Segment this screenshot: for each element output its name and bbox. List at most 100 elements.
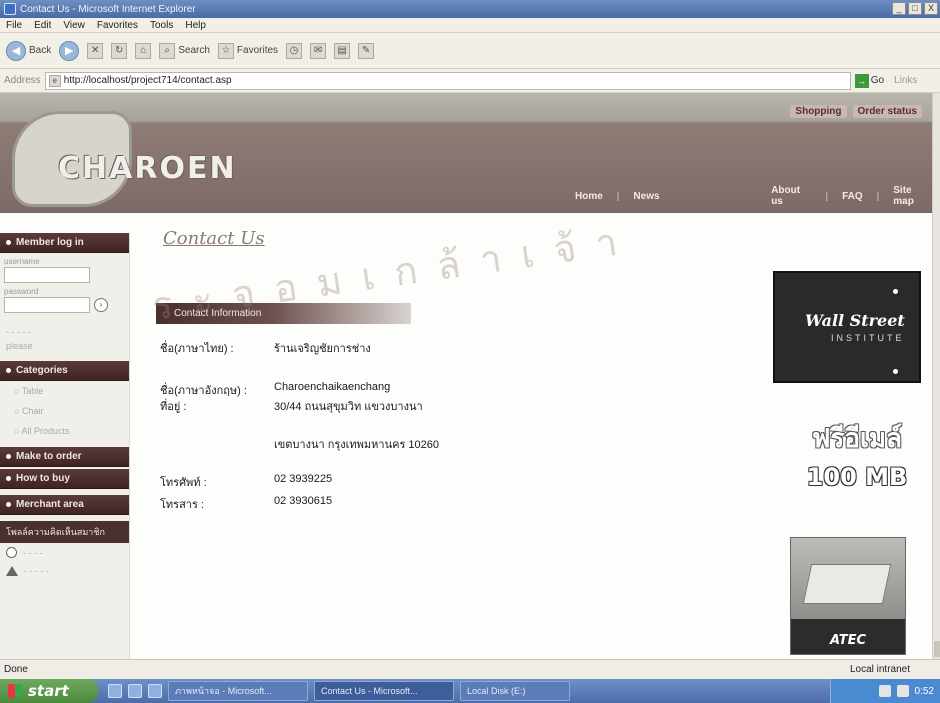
star-icon: ☆ — [217, 42, 234, 59]
bullet-icon — [6, 454, 11, 459]
stop-icon[interactable]: ✕ — [87, 42, 104, 59]
poll-header: โพลล์ความคิดเห็นสมาชิก — [0, 521, 129, 543]
go-button[interactable]: → Go — [854, 73, 884, 88]
system-tray: 0:52 — [830, 679, 940, 703]
back-button[interactable]: ◀ Back — [6, 40, 51, 61]
info-value: 30/44 ถนนสุขุมวิท แขวงบางนา — [274, 401, 423, 413]
info-row-address-2: เขตบางนา กรุงเทพมหานคร 10260 — [160, 435, 439, 453]
page-title: Contact Us — [163, 228, 265, 249]
history-icon[interactable]: ◷ — [286, 42, 303, 59]
network-icon[interactable] — [878, 685, 891, 697]
address-url: http://localhost/project714/contact.asp — [63, 75, 232, 86]
member-login-title: Member log in — [16, 237, 84, 248]
status-bar: Done Local intranet — [0, 659, 940, 679]
print-icon[interactable]: ▤ — [334, 42, 351, 59]
search-icon: ⌕ — [159, 42, 176, 59]
bullet-icon — [6, 476, 11, 481]
task-ie-window[interactable]: Contact Us - Microsoft... — [314, 681, 454, 701]
mail-icon[interactable]: ✉ — [310, 42, 327, 59]
ad-brand-line: Wall Street — [805, 311, 905, 330]
zone-indicator: Local intranet — [849, 664, 910, 675]
nav-news[interactable]: News — [633, 191, 659, 202]
contact-info-header: Contact Information — [156, 303, 411, 324]
task-word-document[interactable]: ภาพหน้าจอ - Microsoft... — [168, 681, 308, 701]
maximize-button[interactable]: □ — [908, 2, 922, 15]
search-button[interactable]: ⌕ Search — [159, 42, 210, 59]
info-value: ร้านเจริญชัยการช่าง — [274, 343, 371, 355]
forward-button[interactable]: ▶ — [59, 40, 80, 61]
register-link[interactable]: - - - - - — [0, 323, 129, 341]
window-title: Contact Us - Microsoft Internet Explorer — [20, 3, 196, 15]
windows-flag-icon — [8, 684, 22, 698]
task-local-disk[interactable]: Local Disk (E:) — [460, 681, 570, 701]
category-chair[interactable]: ○ Chair — [0, 401, 129, 421]
refresh-icon[interactable]: ↻ — [111, 42, 128, 59]
edit-icon[interactable]: ✎ — [358, 42, 375, 59]
nav-sitemap[interactable]: Site map — [893, 185, 932, 207]
info-key — [160, 435, 274, 453]
poll-option-2[interactable]: - - - - - — [0, 562, 129, 580]
scroll-thumb[interactable] — [934, 641, 940, 657]
free-email-ad[interactable]: ฟรีอีเมล์ 100 MB — [792, 418, 922, 498]
username-field[interactable] — [4, 267, 90, 283]
status-text: Done — [4, 664, 28, 675]
category-table[interactable]: ○ Table — [0, 381, 129, 401]
decorative-dot — [893, 369, 898, 374]
radio-icon — [6, 547, 17, 558]
atec-brand: ATEC — [829, 633, 867, 648]
menu-edit[interactable]: Edit — [34, 20, 51, 31]
menu-view[interactable]: View — [63, 20, 85, 31]
links-button[interactable]: Links — [894, 75, 917, 86]
vertical-scrollbar[interactable] — [932, 93, 940, 659]
info-row-address: ที่อยู่ : 30/44 ถนนสุขุมวิท แขวงบางนา — [160, 397, 423, 415]
info-key: โทรศัพท์ : — [160, 477, 207, 489]
wall-street-institute-ad[interactable]: Wall Street INSTITUTE — [773, 271, 921, 383]
register-sub: please — [6, 341, 33, 351]
menu-help[interactable]: Help — [185, 20, 206, 31]
poll-option-1[interactable]: - - - - — [0, 543, 129, 562]
page-icon: e — [48, 74, 61, 87]
info-value: 02 3930615 — [274, 495, 333, 507]
volume-icon[interactable] — [896, 685, 909, 697]
nav-home[interactable]: Home — [575, 191, 603, 202]
home-icon[interactable]: ⌂ — [135, 42, 152, 59]
window-titlebar: Contact Us - Microsoft Internet Explorer… — [0, 0, 940, 18]
password-field[interactable] — [4, 297, 90, 313]
atec-laptop-ad[interactable]: ATEC — [790, 537, 906, 655]
merchant-area-link[interactable]: Merchant area — [0, 495, 129, 515]
quick-launch — [108, 684, 162, 698]
shopping-link[interactable]: Shopping — [790, 105, 847, 118]
menu-tools[interactable]: Tools — [150, 20, 173, 31]
nav-separator: | — [825, 190, 829, 202]
site-logo[interactable]: CHAROEN — [58, 151, 237, 186]
laptop-icon — [802, 564, 892, 604]
close-button[interactable]: X — [924, 2, 938, 15]
info-row-thai-name: ชื่อ(ภาษาไทย) : ร้านเจริญชัยการช่าง — [160, 339, 371, 357]
username-label: username — [4, 257, 40, 266]
start-label: start — [28, 682, 69, 700]
how-to-buy-link[interactable]: How to buy — [0, 469, 129, 489]
menu-favorites[interactable]: Favorites — [97, 20, 138, 31]
order-status-link[interactable]: Order status — [852, 105, 922, 118]
ie-quicklaunch-icon[interactable] — [108, 684, 122, 698]
minimize-button[interactable]: _ — [892, 2, 906, 15]
desktop-quicklaunch-icon[interactable] — [128, 684, 142, 698]
poll-option-label: - - - - — [23, 547, 43, 558]
site-header: Shopping Order status CHAROEN Home | New… — [0, 93, 932, 213]
media-quicklaunch-icon[interactable] — [148, 684, 162, 698]
address-label: Address — [4, 75, 41, 86]
browser-toolbar: ◀ Back ▶ ✕ ↻ ⌂ ⌕ Search ☆ Favorites ◷ ✉ … — [0, 33, 940, 69]
menu-file[interactable]: File — [6, 20, 22, 31]
clock: 0:52 — [914, 685, 934, 697]
make-to-order-link[interactable]: Make to order — [0, 447, 129, 467]
category-all-products[interactable]: ○ All Products — [0, 421, 129, 441]
nav-separator: | — [616, 190, 620, 202]
address-input[interactable]: e http://localhost/project714/contact.as… — [44, 71, 851, 90]
nav-about[interactable]: About us — [771, 185, 811, 207]
nav-faq[interactable]: FAQ — [842, 191, 863, 202]
login-go-icon[interactable]: › — [94, 298, 108, 312]
windows-taskbar: start ภาพหน้าจอ - Microsoft... Contact U… — [0, 679, 940, 703]
start-button[interactable]: start — [0, 679, 98, 703]
info-key: ที่อยู่ : — [160, 401, 187, 413]
favorites-button[interactable]: ☆ Favorites — [217, 42, 278, 59]
